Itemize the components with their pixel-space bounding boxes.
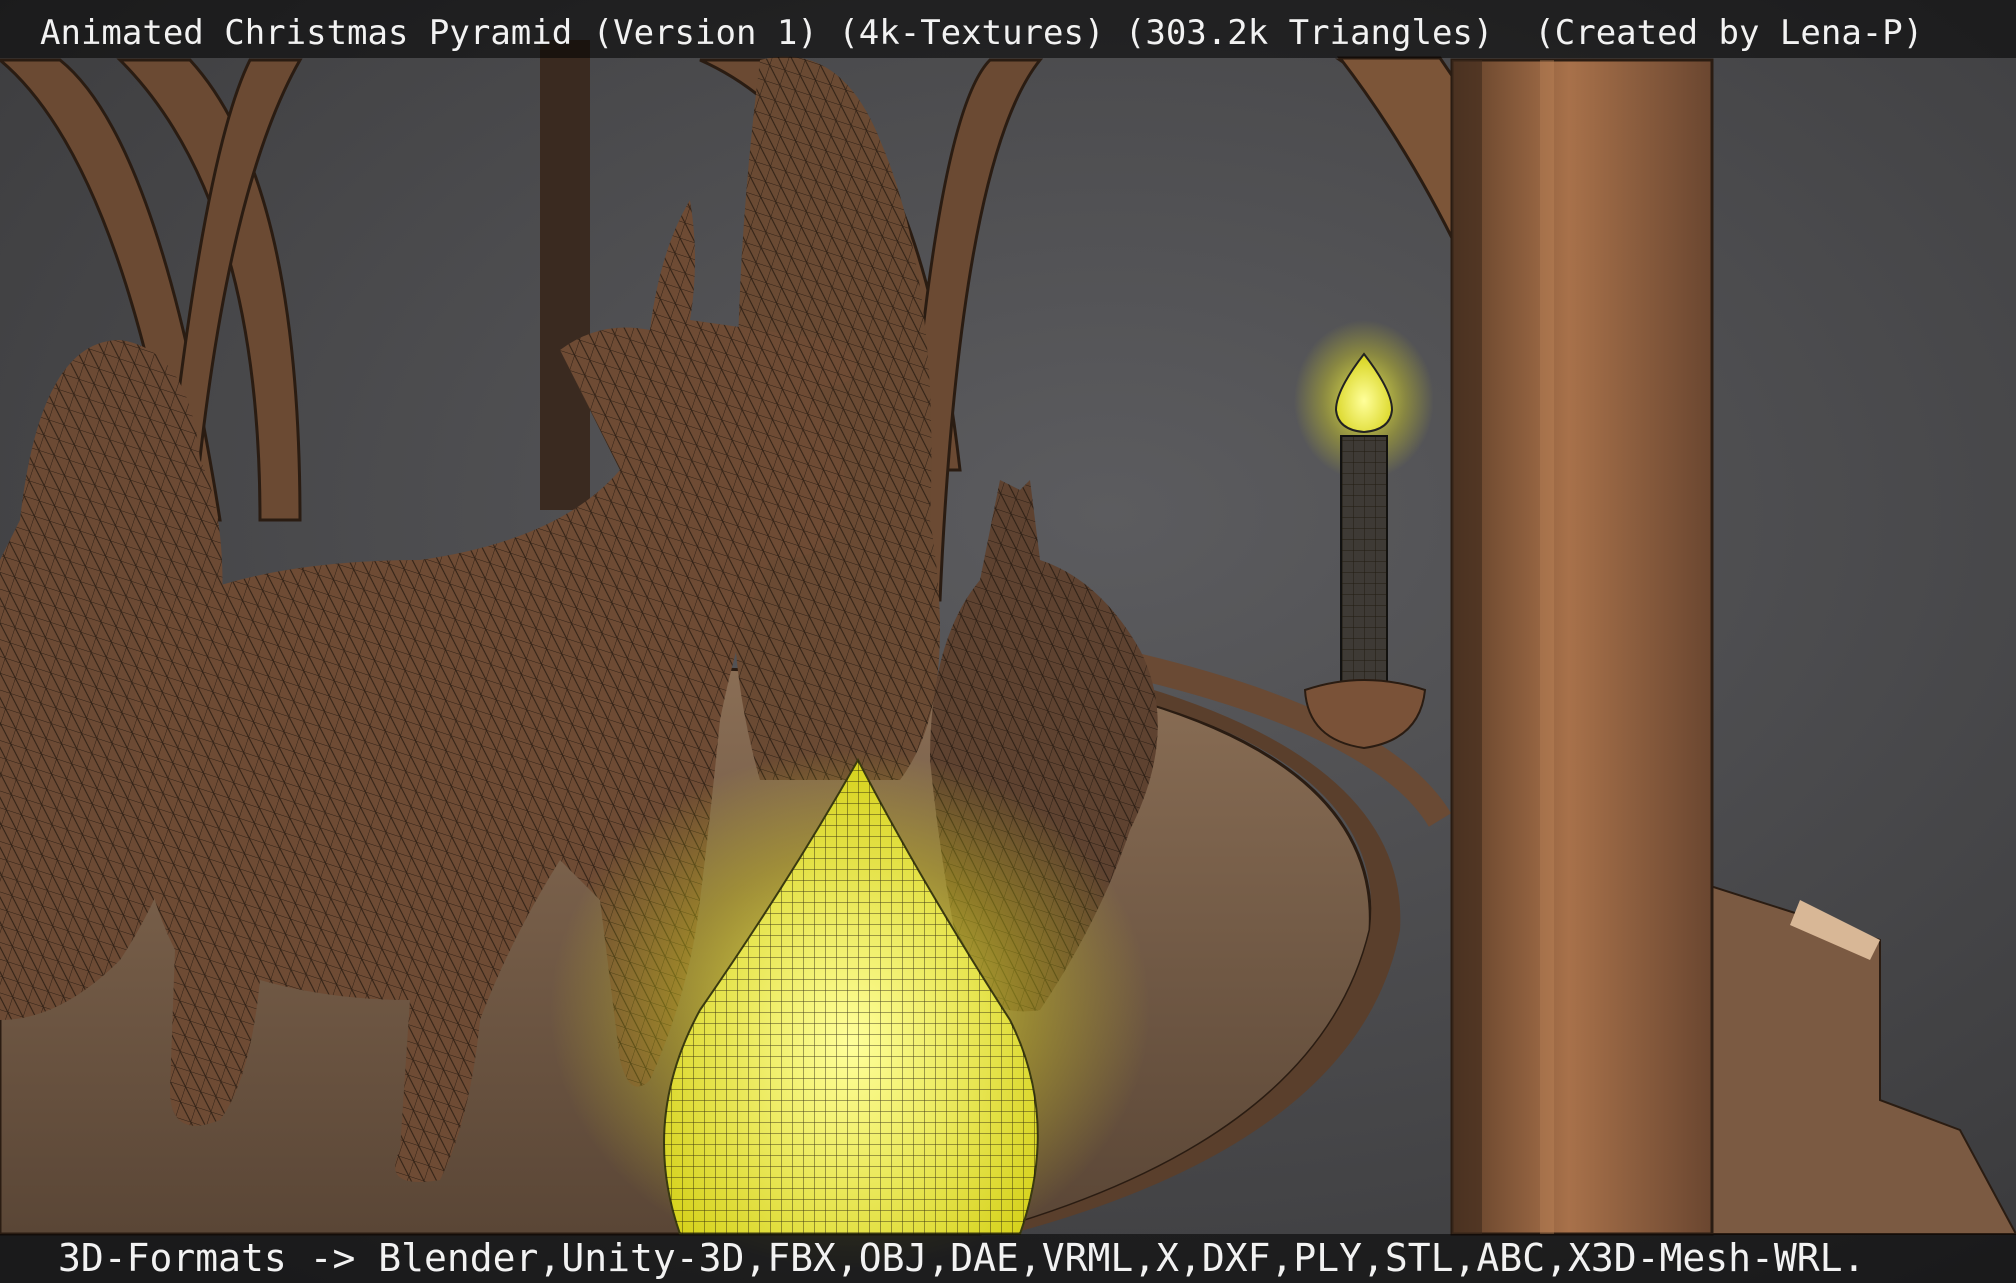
title-caption: Animated Christmas Pyramid (Version 1) (… — [0, 0, 2016, 58]
render-scene — [0, 0, 2016, 1283]
formats-caption: 3D-Formats -> Blender,Unity-3D,FBX,OBJ,D… — [0, 1234, 2016, 1283]
right-pillar — [1450, 58, 1714, 1236]
back-post — [540, 40, 590, 510]
